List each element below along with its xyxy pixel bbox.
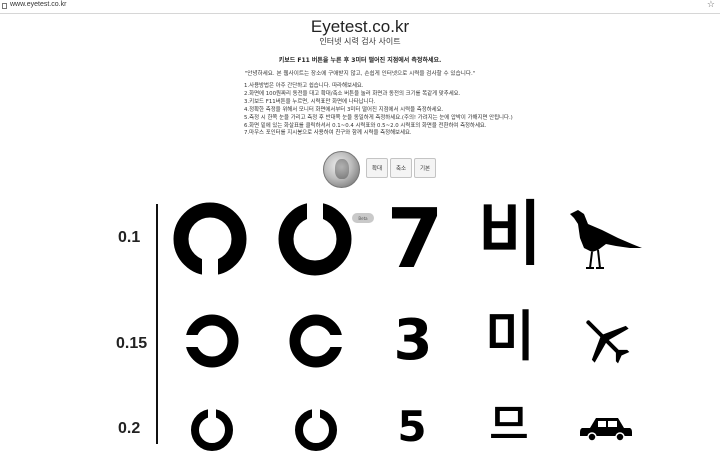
chart-letter: 미 (485, 305, 535, 368)
instruction-text: 키보드 F11 버튼을 누른 후 3미터 떨어진 지점에서 측정하세요. (278, 57, 442, 64)
address-bar[interactable]: www.eyetest.co.kr ☆ (0, 0, 720, 14)
rule-item: 3.키보드 F11버튼을 누르면, 시력표만 화면에 나타납니다. (244, 98, 376, 105)
landolt-ring-gap-top (295, 408, 337, 451)
zoom-in-button[interactable]: 확대 (366, 158, 388, 178)
rule-item: 4.정확한 측정을 위해서 모니터 화면에서부터 3미터 떨어진 지점에서 시력… (244, 106, 444, 113)
landolt-ring-gap-top (191, 408, 233, 451)
chart-letter: 5 (397, 402, 427, 451)
chart-letter: 3 (393, 308, 433, 373)
site-subtitle: 인터넷 시력 검사 사이트 (319, 37, 401, 46)
greeting-text: "안녕하세요. 본 웹사이트는 장소에 구애받지 않고, 손쉽게 인터넷으로 시… (244, 71, 476, 77)
rule-item: 2.화면에 100원짜리 동전을 대고 확대/축소 버튼을 눌러 화면과 동전의… (244, 90, 461, 97)
landolt-ring-gap-right (289, 314, 344, 368)
airplane-icon (586, 320, 630, 364)
rule-item: 1.사용방법은 아주 간단하고 쉽습니다. 따라해보세요. (244, 83, 364, 89)
rule-item: 5.측정 시 한쪽 눈을 가리고 측정 후 반대쪽 눈을 동일하게 측정하세요.… (244, 114, 513, 121)
rule-item: 7.마우스 포인터를 지시봉으로 사용하여 친구와 함께 시력을 측정해보세요. (244, 130, 412, 137)
beta-tag: Beta (352, 213, 374, 223)
page-icon (2, 3, 7, 9)
site-title: Eyetest.co.kr (310, 17, 410, 36)
bird-icon (570, 210, 642, 269)
zoom-out-button[interactable]: 축소 (390, 158, 412, 178)
chart-letter: 므 (489, 400, 529, 449)
url-text[interactable]: www.eyetest.co.kr (10, 1, 66, 8)
chart-letter: 7 (386, 192, 444, 287)
chart-letter: 비 (477, 193, 543, 275)
chart-divider (156, 204, 158, 444)
coin-100-won-image (323, 151, 360, 188)
acuity-label: 0.1 (118, 229, 141, 246)
acuity-label: 0.15 (116, 335, 148, 352)
star-icon[interactable]: ☆ (707, 0, 715, 10)
car-icon (580, 418, 632, 442)
usage-rules: 1.사용방법은 아주 간단하고 쉽습니다. 따라해보세요. 2.화면에 100원… (244, 83, 544, 138)
landolt-ring-gap-left (184, 314, 239, 368)
acuity-label: 0.2 (118, 420, 141, 437)
landolt-ring-gap-top (278, 201, 352, 276)
landolt-ring-gap-bottom (173, 202, 247, 277)
reset-size-button[interactable]: 기본 (414, 158, 436, 178)
